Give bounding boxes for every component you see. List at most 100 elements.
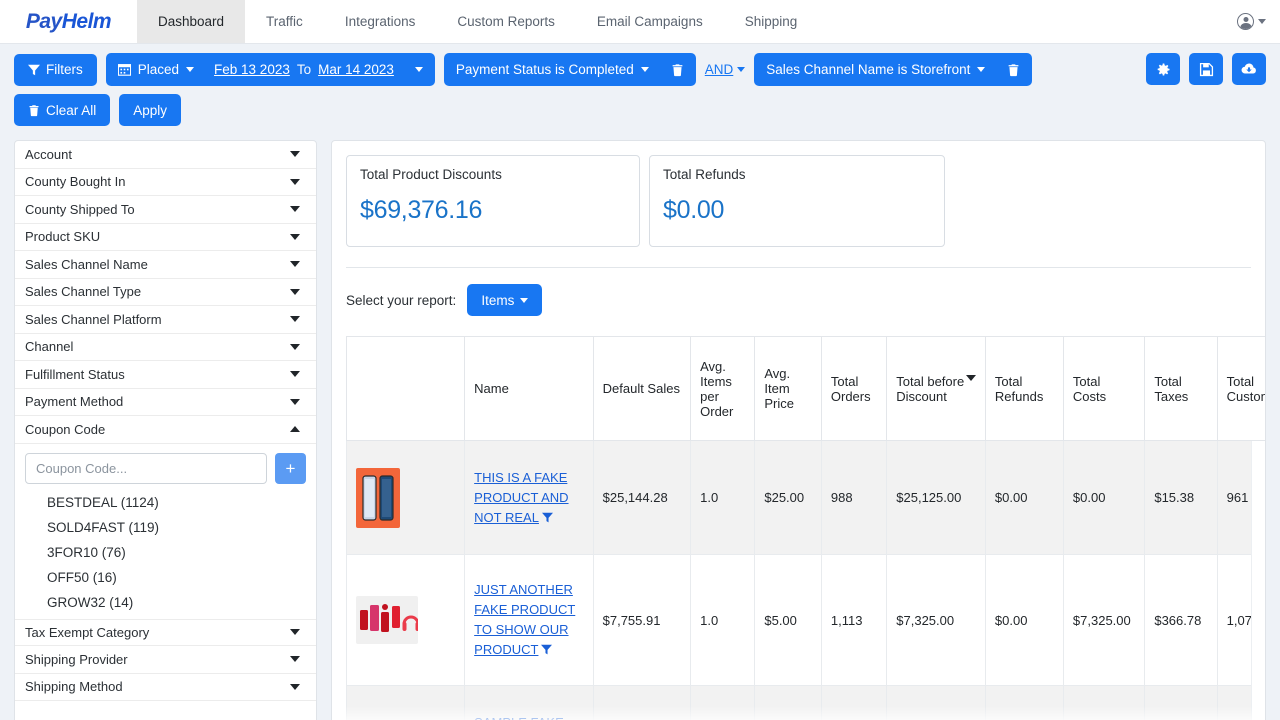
coupon-option[interactable]: GROW32 (14) [25, 590, 306, 615]
coupon-option[interactable]: 3FOR10 (76) [25, 540, 306, 565]
nav-tab-dashboard[interactable]: Dashboard [137, 0, 245, 43]
nav-tab-custom-reports[interactable]: Custom Reports [436, 0, 576, 43]
report-panel: Total Product Discounts $69,376.16 Total… [331, 140, 1266, 720]
filter-operator-and[interactable]: AND [705, 62, 746, 77]
cell-total-orders: 988 [821, 441, 886, 555]
cell-total-costs: $7,325.00 [1063, 555, 1144, 686]
date-from-value[interactable]: Feb 13 2023 [214, 62, 290, 77]
red-devices-thumbnail [356, 596, 418, 644]
funnel-icon[interactable] [542, 512, 553, 523]
filter-chip-payment-status[interactable]: Payment Status is Completed [444, 53, 696, 86]
product-name-link[interactable]: SAMPLE FAKE PRODUCT BUT NOT [474, 715, 568, 720]
chevron-up-icon [290, 426, 300, 432]
sidebar-item-label: County Shipped To [25, 202, 135, 217]
account-menu[interactable] [1237, 0, 1266, 43]
coupon-code-panel: + BESTDEAL (1124) SOLD4FAST (119) 3FOR10… [15, 444, 316, 619]
coupon-option[interactable]: OFF50 (16) [25, 565, 306, 590]
sidebar-item-account[interactable]: Account [15, 141, 316, 169]
chevron-down-icon[interactable] [737, 67, 745, 72]
col-total-taxes[interactable]: Total Taxes [1145, 337, 1217, 441]
cell-total-taxes: $319.23 [1145, 686, 1217, 720]
apply-label: Apply [133, 103, 167, 118]
report-table: Name Default Sales Avg. Items per Order … [346, 336, 1265, 720]
add-coupon-button[interactable]: + [275, 453, 306, 484]
col-total-costs[interactable]: Total Costs [1063, 337, 1144, 441]
col-total-refunds[interactable]: Total Refunds [985, 337, 1063, 441]
nav-items: Dashboard Traffic Integrations Custom Re… [137, 0, 818, 43]
funnel-icon[interactable] [541, 644, 552, 655]
filter-sidebar-scroll[interactable]: Account County Bought In County Shipped … [15, 141, 316, 720]
kpi-card-total-product-discounts: Total Product Discounts $69,376.16 [346, 155, 640, 247]
sidebar-item-coupon-code[interactable]: Coupon Code [15, 416, 316, 444]
sidebar-item-shipping-method[interactable]: Shipping Method [15, 674, 316, 702]
date-separator-label: To [297, 62, 311, 77]
date-to-value[interactable]: Mar 14 2023 [318, 62, 394, 77]
filter-sidebar: Account County Bought In County Shipped … [14, 140, 317, 720]
coupon-option[interactable]: SOLD4FAST (119) [25, 515, 306, 540]
col-total-before-discount[interactable]: Total before Discount [887, 337, 986, 441]
cell-default-sales: $7,755.91 [593, 555, 691, 686]
report-table-scroll[interactable]: Name Default Sales Avg. Items per Order … [346, 336, 1265, 720]
nav-tab-traffic[interactable]: Traffic [245, 0, 324, 43]
cell-total-costs: $2,866.00 [1063, 686, 1144, 720]
sidebar-item-sales-channel-platform[interactable]: Sales Channel Platform [15, 306, 316, 334]
chevron-down-icon [290, 234, 300, 240]
col-total-orders[interactable]: Total Orders [821, 337, 886, 441]
col-total-customers[interactable]: Total Customers [1217, 337, 1265, 441]
payhelm-logo[interactable]: PayHelm [0, 0, 137, 43]
sidebar-item-county-bought-in[interactable]: County Bought In [15, 169, 316, 197]
trash-icon[interactable] [671, 63, 684, 77]
settings-button[interactable] [1146, 53, 1180, 85]
coupon-code-input[interactable] [25, 453, 267, 484]
sort-descending-icon[interactable] [966, 375, 976, 381]
sidebar-item-payment-method[interactable]: Payment Method [15, 389, 316, 417]
sidebar-item-product-sku[interactable]: Product SKU [15, 224, 316, 252]
col-thumbnail[interactable] [347, 337, 465, 441]
chevron-down-icon[interactable] [977, 67, 985, 72]
sidebar-item-sales-channel-name[interactable]: Sales Channel Name [15, 251, 316, 279]
sidebar-item-label: Channel [25, 339, 73, 354]
chevron-down-icon[interactable] [186, 67, 194, 72]
download-button[interactable] [1232, 53, 1266, 85]
sidebar-item-county-shipped-to[interactable]: County Shipped To [15, 196, 316, 224]
sidebar-item-shipping-provider[interactable]: Shipping Provider [15, 646, 316, 674]
cell-avg-items-per-order: 1.5 [691, 686, 755, 720]
col-default-sales[interactable]: Default Sales [593, 337, 691, 441]
table-vertical-scrollbar[interactable] [1251, 441, 1265, 720]
chevron-down-icon[interactable] [641, 67, 649, 72]
account-circle-icon [1237, 13, 1254, 30]
chevron-down-icon [290, 206, 300, 212]
filters-button-label: Filters [46, 62, 83, 77]
sidebar-item-label: Fulfillment Status [25, 367, 125, 382]
col-avg-item-price[interactable]: Avg. Item Price [755, 337, 822, 441]
sidebar-item-label: Payment Method [25, 394, 123, 409]
sidebar-item-channel[interactable]: Channel [15, 334, 316, 362]
product-name-link[interactable]: THIS IS A FAKE PRODUCT AND NOT REAL [474, 470, 568, 525]
cell-total-before-discount: $7,045.00 [887, 686, 986, 720]
product-name-link[interactable]: JUST ANOTHER FAKE PRODUCT TO SHOW OUR PR… [474, 582, 575, 657]
chevron-down-icon[interactable] [415, 67, 423, 72]
apply-button[interactable]: Apply [119, 94, 181, 126]
filter-row-actions: Clear All Apply [14, 94, 1266, 126]
filter-chip-sales-channel[interactable]: Sales Channel Name is Storefront [754, 53, 1032, 86]
nav-tab-shipping[interactable]: Shipping [724, 0, 819, 43]
sidebar-item-fulfillment-status[interactable]: Fulfillment Status [15, 361, 316, 389]
sidebar-item-sales-channel-type[interactable]: Sales Channel Type [15, 279, 316, 307]
report-selector-row: Select your report: Items [332, 268, 1265, 316]
filters-button[interactable]: Filters [14, 54, 97, 86]
sidebar-item-tax-exempt-category[interactable]: Tax Exempt Category [15, 619, 316, 647]
nav-tab-email-campaigns[interactable]: Email Campaigns [576, 0, 724, 43]
col-name[interactable]: Name [465, 337, 593, 441]
col-avg-items-per-order[interactable]: Avg. Items per Order [691, 337, 755, 441]
date-type-label: Placed [138, 62, 179, 77]
kpi-card-total-refunds: Total Refunds $0.00 [649, 155, 945, 247]
date-range-filter-chip[interactable]: Placed Feb 13 2023 To Mar 14 2023 [106, 53, 435, 86]
report-type-dropdown[interactable]: Items [467, 284, 542, 316]
coupon-option[interactable]: BESTDEAL (1124) [25, 490, 306, 515]
chevron-down-icon [290, 399, 300, 405]
nav-tab-integrations[interactable]: Integrations [324, 0, 437, 43]
save-button[interactable] [1189, 53, 1223, 85]
chevron-down-icon [290, 684, 300, 690]
trash-icon[interactable] [1007, 63, 1020, 77]
clear-all-button[interactable]: Clear All [14, 94, 110, 126]
